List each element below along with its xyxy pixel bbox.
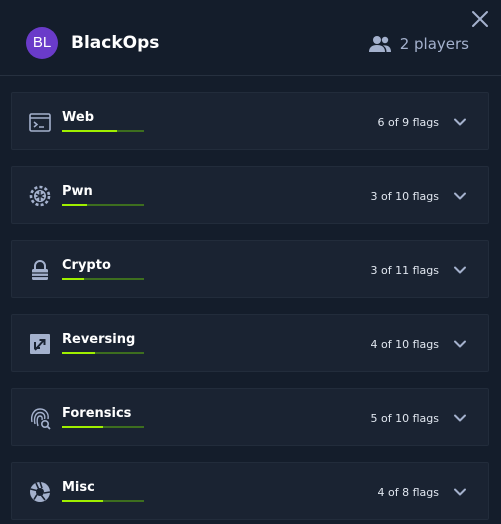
flags-count: 4 of 10 flags (370, 338, 439, 351)
fingerprint-search-icon (30, 408, 51, 430)
chevron-down-icon[interactable] (453, 485, 467, 499)
progress-fill (62, 352, 95, 354)
category-misc[interactable]: Misc 4 of 8 flags (11, 462, 489, 520)
progress-bar (62, 426, 144, 428)
team-header: BL BlackOps 2 players (0, 0, 501, 76)
team-name: BlackOps (71, 33, 160, 53)
category-forensics[interactable]: Forensics 5 of 10 flags (11, 388, 489, 446)
flags-count: 3 of 11 flags (370, 264, 439, 277)
category-label: Crypto (62, 258, 111, 273)
flags-count: 4 of 8 flags (377, 486, 439, 499)
category-reversing[interactable]: Reversing 4 of 10 flags (11, 314, 489, 372)
category-label: Misc (62, 480, 95, 495)
terminal-window-icon (29, 113, 51, 132)
chevron-down-icon[interactable] (453, 115, 467, 129)
players-count: 2 players (368, 35, 469, 53)
avatar: BL (26, 27, 58, 59)
progress-fill (62, 426, 103, 428)
chevron-down-icon[interactable] (453, 263, 467, 277)
reverse-arrows-icon (30, 334, 50, 354)
progress-fill (62, 500, 103, 502)
progress-fill (62, 278, 85, 280)
progress-bar (62, 204, 144, 206)
flags-count: 5 of 10 flags (370, 412, 439, 425)
flags-count: 6 of 9 flags (377, 116, 439, 129)
category-label: Forensics (62, 406, 132, 421)
flags-count: 3 of 10 flags (370, 190, 439, 203)
category-label: Pwn (62, 184, 93, 199)
progress-bar (62, 130, 144, 132)
progress-bar (62, 278, 144, 280)
gear-bug-icon (29, 185, 51, 207)
category-web[interactable]: Web 6 of 9 flags (11, 92, 489, 150)
players-label: 2 players (399, 35, 469, 53)
category-label: Reversing (62, 332, 136, 347)
category-crypto[interactable]: Crypto 3 of 11 flags (11, 240, 489, 298)
chevron-down-icon[interactable] (453, 411, 467, 425)
progress-fill (62, 130, 117, 132)
lock-icon (32, 260, 48, 280)
category-pwn[interactable]: Pwn 3 of 10 flags (11, 166, 489, 224)
chevron-down-icon[interactable] (453, 337, 467, 351)
chevron-down-icon[interactable] (453, 189, 467, 203)
category-label: Web (62, 110, 94, 125)
progress-bar (62, 500, 144, 502)
aperture-icon (30, 481, 51, 502)
progress-fill (62, 204, 87, 206)
progress-bar (62, 352, 144, 354)
users-icon (368, 36, 391, 52)
